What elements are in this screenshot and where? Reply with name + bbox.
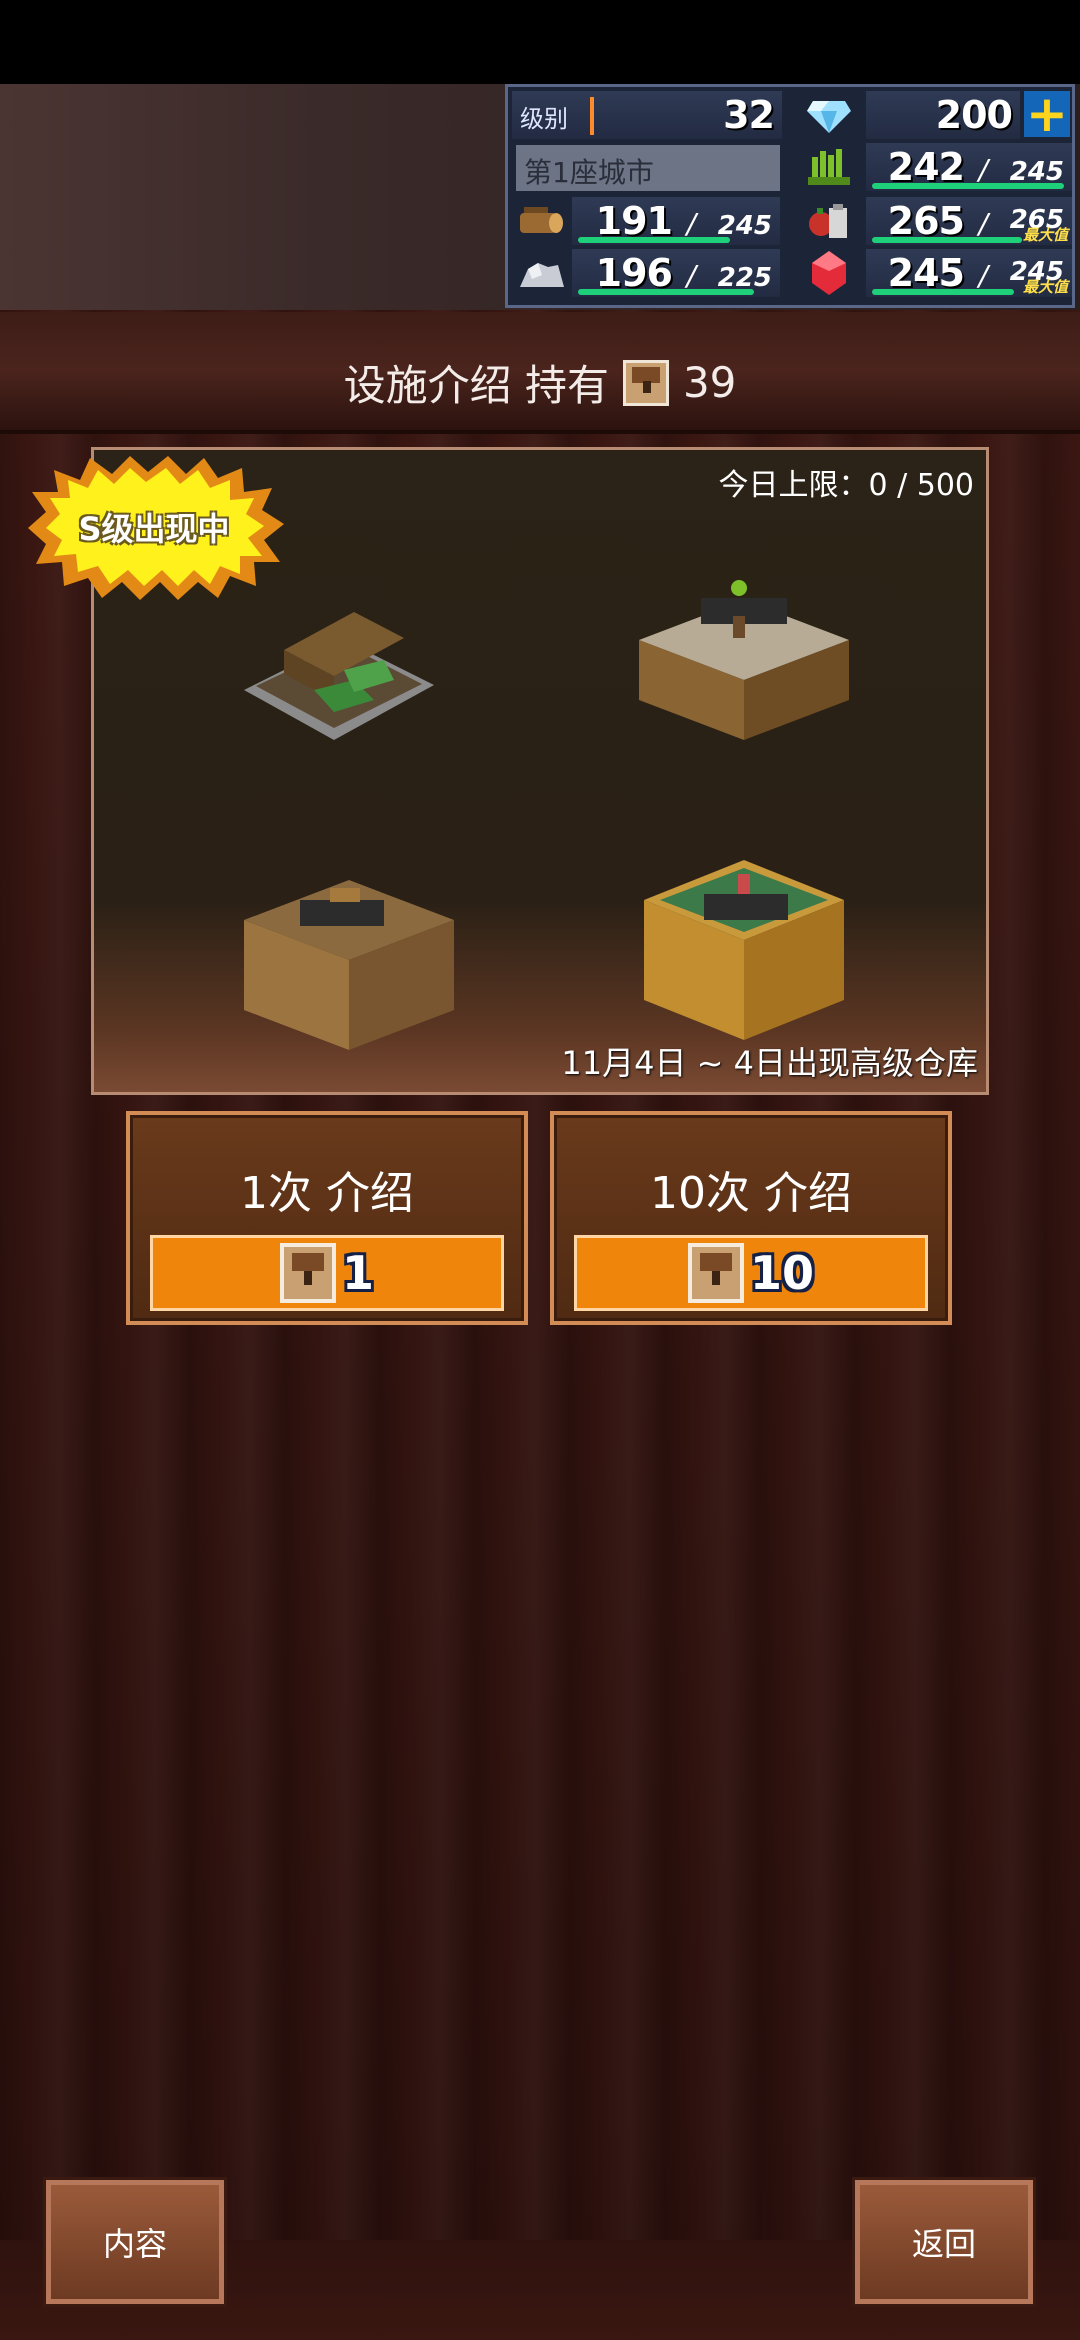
chest-ticket-icon [622,359,669,406]
wood-log-icon [516,197,566,245]
ruby-cell: 245 245 / 最大值 [866,249,1072,297]
summon-10x-cost-value: 10 [749,1246,814,1300]
city-name: 第1座城市 [524,156,654,189]
daily-limit: 今日上限：0 / 500 [718,468,974,503]
summon-1x-label: 1次 介绍 [240,1168,414,1219]
grass-icon [804,143,854,191]
level-value: 32 [723,93,775,137]
food-cell: 265 265 / 最大值 [866,197,1072,245]
warehouse-top-right-image [639,580,849,740]
slash: / [978,153,988,186]
contents-label: 内容 [102,2225,167,2263]
slash: / [978,207,988,240]
back-button[interactable]: 返回 [855,2180,1033,2304]
level-label: 级别 [520,105,568,133]
gem-value: 200 [935,93,1013,137]
ruby-bar [872,289,1014,295]
page-title: 设施介绍 持有 39 [0,352,1080,413]
level-cell: 级别 32 [512,91,782,139]
summon-1x-cost-value: 1 [341,1246,374,1300]
stone-cell: 225 196 / [572,249,780,297]
chest-ticket-icon [279,1243,336,1303]
chest-ticket-icon [687,1243,744,1303]
back-label: 返回 [911,2225,976,2263]
gem-cell: 200 [866,91,1020,139]
food-icon [804,197,854,245]
summon-10x-label: 10次 介绍 [650,1168,852,1219]
grass-cell: 245 242 / [866,143,1072,191]
status-bar [0,0,1080,84]
stone-bar [578,289,754,295]
contents-button[interactable]: 内容 [46,2180,224,2304]
summon-10x-cost: 10 [574,1235,928,1311]
title-bar: 设施介绍 持有 39 [0,312,1080,434]
slash: / [686,259,696,292]
warehouse-top-left-image [244,612,434,740]
ruby-max-tag: 最大值 [1022,278,1068,296]
stone-icon [516,249,566,297]
diamond-icon [804,91,854,139]
owned-count: 39 [682,358,737,407]
wood-bar [578,237,730,243]
banner-caption: 11月4日 ~ 4日出现高级仓库 [561,1044,978,1082]
food-max-tag: 最大值 [1022,226,1068,244]
title-text: 设施介绍 持有 [343,361,609,410]
level-divider [590,97,594,135]
slash: / [978,259,988,292]
ruby-icon [804,249,854,297]
city-name-cell[interactable]: 第1座城市 [516,145,780,191]
slash: / [686,207,696,240]
wood-cell: 245 191 / [572,197,780,245]
summon-1x-button[interactable]: 1次 介绍 1 [126,1111,528,1325]
s-rank-badge: S级出现中 [18,452,290,604]
resource-hud: 级别 32 200 + 第1座城市 245 242 / 245 191 / 26… [505,84,1075,308]
summon-1x-cost: 1 [150,1235,504,1311]
warehouse-bottom-right-image [644,860,844,1040]
add-gems-button[interactable]: + [1024,89,1070,139]
s-rank-badge-text: S级出现中 [78,510,230,548]
food-bar [872,237,1022,243]
summon-10x-button[interactable]: 10次 介绍 10 [550,1111,952,1325]
grass-bar [872,183,1064,189]
warehouse-bottom-left-image [244,880,454,1050]
